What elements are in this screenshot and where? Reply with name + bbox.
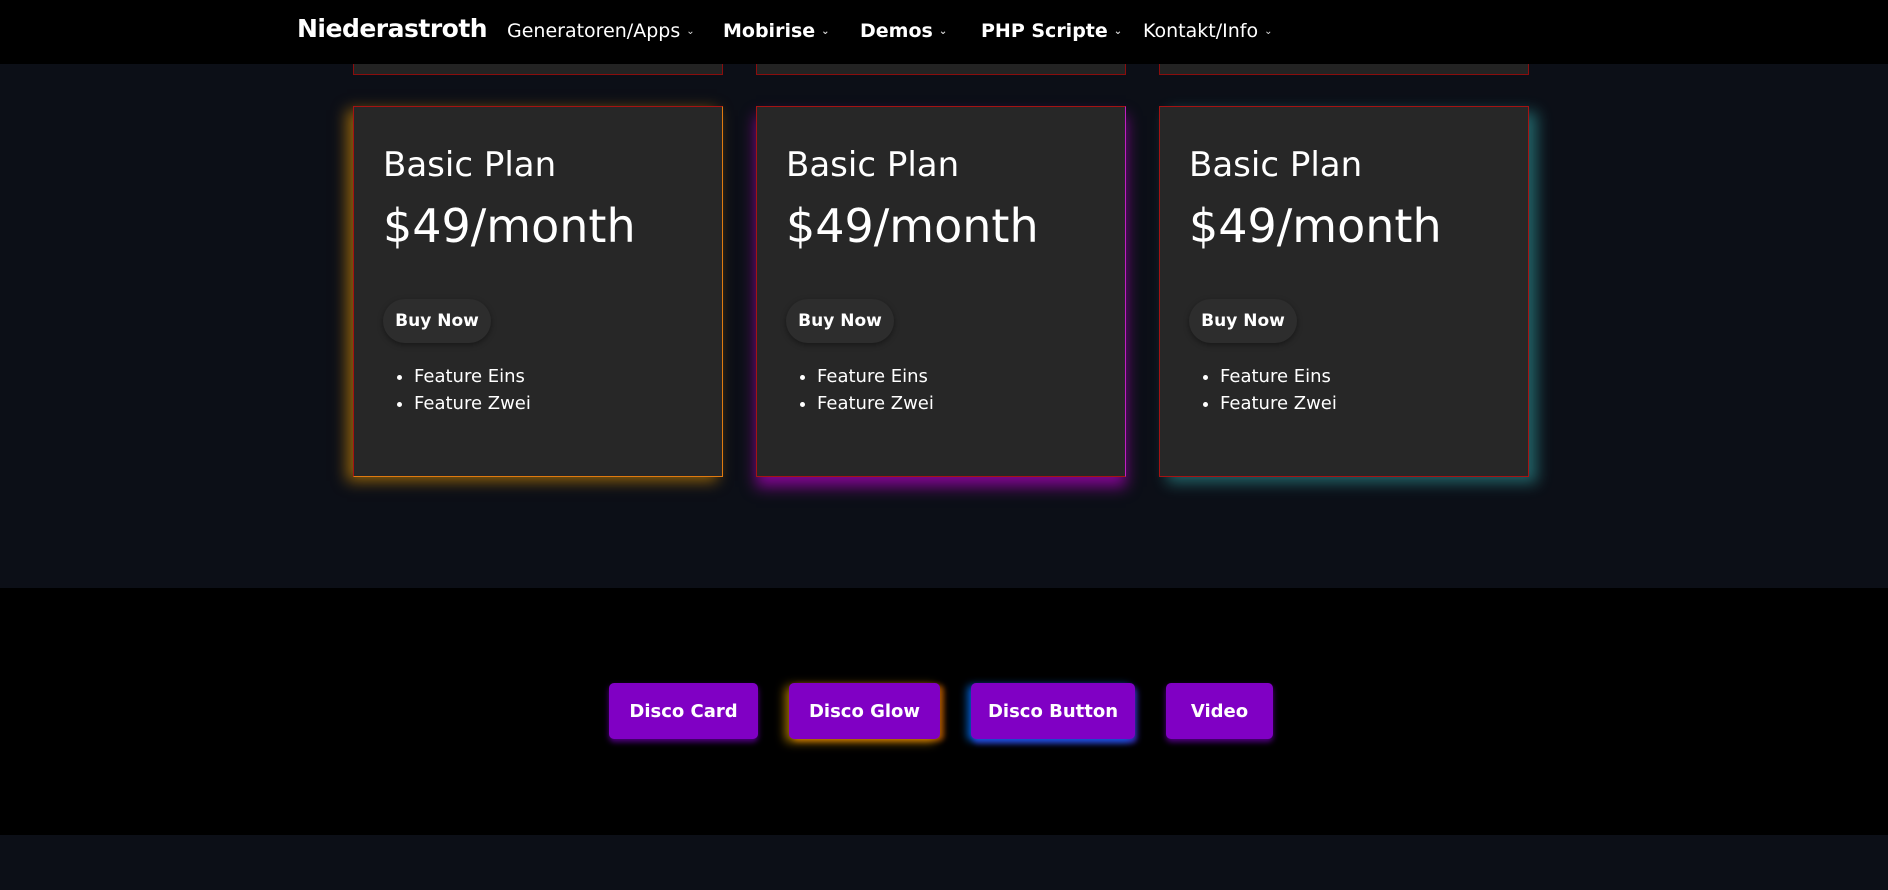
pricing-section: Basic Plan $49/month Buy Now Feature Ein… — [0, 64, 1888, 588]
nav-item-label: Kontakt/Info — [1143, 20, 1259, 42]
demo-buttons-section: Disco Card Disco Glow Disco Button Video — [0, 588, 1888, 835]
chevron-down-icon: ⌄ — [1113, 25, 1123, 37]
video-button[interactable]: Video — [1166, 683, 1273, 739]
chevron-down-icon: ⌄ — [938, 25, 948, 37]
nav-item-kontakt-info[interactable]: Kontakt/Info ⌄ — [1143, 20, 1272, 42]
feature-item: Feature Eins — [817, 363, 934, 390]
feature-list: Feature Eins Feature Zwei — [414, 363, 531, 417]
buy-now-button[interactable]: Buy Now — [786, 299, 894, 343]
feature-item: Feature Zwei — [817, 390, 934, 417]
plan-title: Basic Plan — [1189, 145, 1363, 185]
nav-item-label: Demos — [860, 20, 933, 42]
chevron-down-icon: ⌄ — [821, 25, 830, 37]
feature-list: Feature Eins Feature Zwei — [817, 363, 934, 417]
pricing-card: Basic Plan $49/month Buy Now Feature Ein… — [756, 106, 1126, 477]
nav-item-generatoren[interactable]: Generatoren/Apps ⌄ — [507, 20, 695, 42]
plan-price: $49/month — [1189, 199, 1442, 253]
nav-item-label: Generatoren/Apps — [507, 20, 681, 42]
feature-item: Feature Eins — [1220, 363, 1337, 390]
disco-button-button[interactable]: Disco Button — [971, 683, 1135, 739]
buy-now-button[interactable]: Buy Now — [1189, 299, 1297, 343]
pricing-card: Basic Plan $49/month Buy Now Feature Ein… — [1159, 106, 1529, 477]
card-stub — [756, 64, 1126, 75]
pricing-card: Basic Plan $49/month Buy Now Feature Ein… — [353, 106, 723, 477]
plan-price: $49/month — [383, 199, 636, 253]
card-stub — [353, 64, 723, 75]
brand-logo[interactable]: Niederastroth — [297, 14, 488, 43]
plan-price: $49/month — [786, 199, 1039, 253]
feature-item: Feature Eins — [414, 363, 531, 390]
chevron-down-icon: ⌄ — [1264, 25, 1273, 37]
feature-item: Feature Zwei — [414, 390, 531, 417]
navbar: Niederastroth Generatoren/Apps ⌄ Mobiris… — [0, 0, 1888, 64]
feature-list: Feature Eins Feature Zwei — [1220, 363, 1337, 417]
nav-item-label: Mobirise — [723, 20, 816, 42]
chevron-down-icon: ⌄ — [686, 25, 695, 37]
disco-card-button[interactable]: Disco Card — [609, 683, 758, 739]
nav-item-label: PHP Scripte — [981, 20, 1108, 42]
disco-glow-button[interactable]: Disco Glow — [789, 683, 940, 739]
nav-item-demos[interactable]: Demos ⌄ — [860, 20, 947, 42]
plan-title: Basic Plan — [383, 145, 557, 185]
next-section — [0, 835, 1888, 890]
feature-item: Feature Zwei — [1220, 390, 1337, 417]
card-stub — [1159, 64, 1529, 75]
nav-item-php-scripte[interactable]: PHP Scripte ⌄ — [981, 20, 1122, 42]
plan-title: Basic Plan — [786, 145, 960, 185]
buy-now-button[interactable]: Buy Now — [383, 299, 491, 343]
nav-item-mobirise[interactable]: Mobirise ⌄ — [723, 20, 830, 42]
